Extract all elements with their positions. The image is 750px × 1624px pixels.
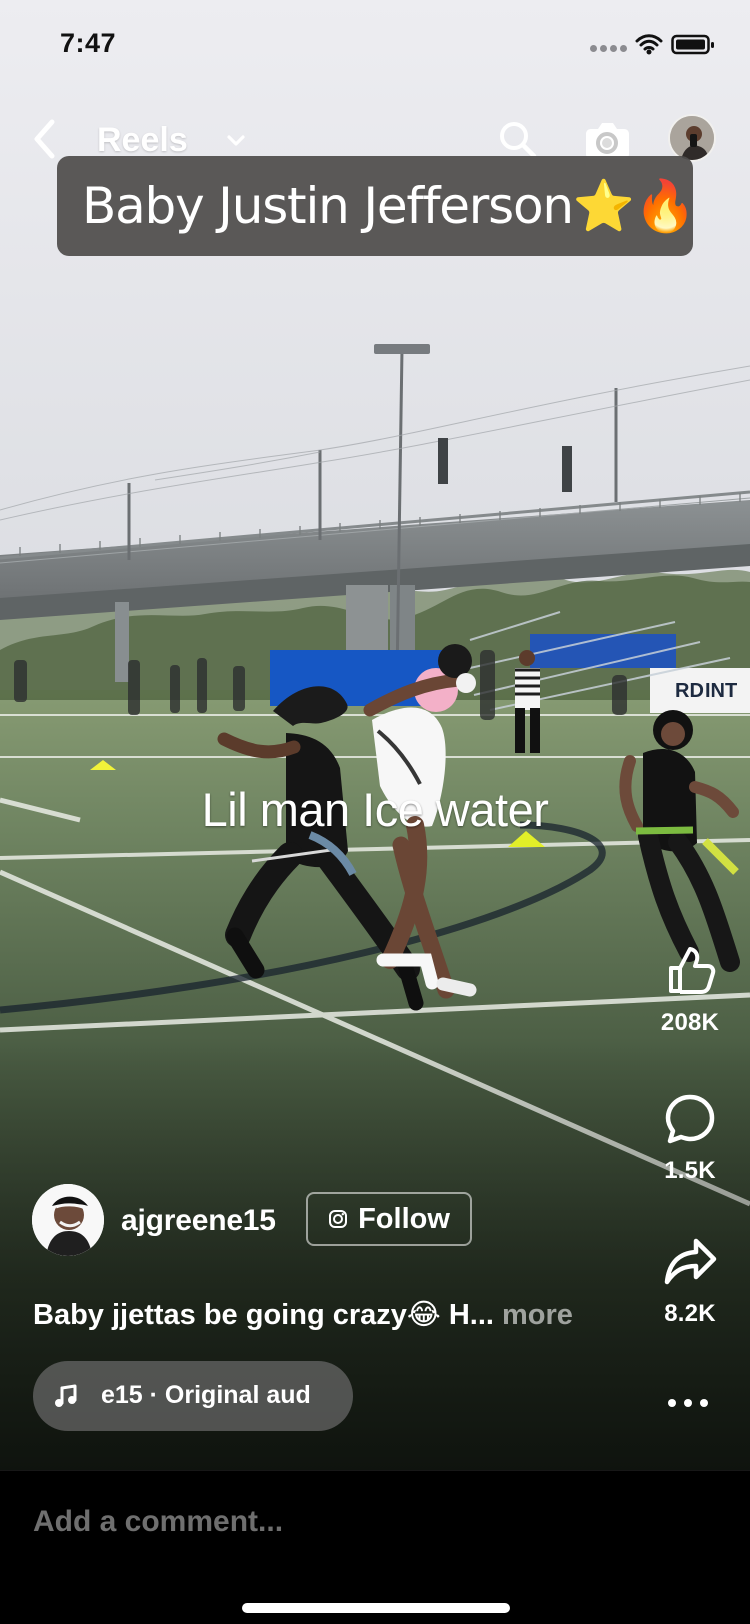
video-caption-overlay: Baby Justin Jefferson⭐️🔥 bbox=[57, 156, 696, 256]
share-count: 8.2K bbox=[664, 1300, 716, 1327]
share-arrow-icon bbox=[664, 1238, 717, 1285]
status-time: 7:47 bbox=[60, 28, 117, 58]
reels-screen: RD INT 7:47 Reels Baby Justin Jefferson⭐… bbox=[0, 0, 750, 1624]
on-video-text: Lil man Ice water bbox=[201, 783, 549, 836]
thumbs-up-icon bbox=[669, 947, 716, 994]
profile-avatar[interactable] bbox=[668, 114, 716, 162]
instagram-icon bbox=[329, 1210, 348, 1228]
svg-text:INT: INT bbox=[705, 680, 737, 702]
status-bar: 7:47 bbox=[0, 0, 750, 90]
home-indicator bbox=[242, 1603, 510, 1613]
back-icon[interactable] bbox=[27, 116, 65, 162]
like-count: 208K bbox=[660, 1009, 720, 1036]
comment-input[interactable] bbox=[33, 1502, 693, 1542]
more-horizontal-icon[interactable] bbox=[664, 1391, 712, 1415]
chevron-down-icon[interactable] bbox=[225, 129, 247, 151]
creator-avatar-image bbox=[32, 1184, 104, 1256]
creator-username[interactable]: ajgreene15 bbox=[121, 1204, 276, 1238]
follow-button[interactable]: Follow bbox=[306, 1192, 472, 1246]
post-caption[interactable]: Baby jjettas be going crazy😂 H... more bbox=[33, 1297, 623, 1332]
comment-action[interactable]: 1.5K bbox=[646, 1092, 734, 1185]
battery-icon bbox=[671, 34, 714, 55]
reels-title[interactable]: Reels bbox=[97, 121, 188, 160]
audio-track-pill[interactable]: e15 · Original aud bbox=[33, 1361, 353, 1431]
follow-label: Follow bbox=[358, 1202, 450, 1235]
music-note-icon bbox=[55, 1384, 77, 1407]
caption-more-link[interactable]: more bbox=[502, 1299, 573, 1331]
comment-bubble-icon bbox=[665, 1094, 715, 1144]
share-action[interactable]: 8.2K bbox=[646, 1235, 734, 1328]
creator-avatar[interactable] bbox=[32, 1184, 104, 1256]
profile-avatar-image bbox=[670, 116, 714, 160]
post-caption-text: Baby jjettas be going crazy😂 H... bbox=[33, 1299, 494, 1331]
signal-dots-icon bbox=[590, 45, 632, 55]
like-action[interactable]: 208K bbox=[646, 944, 734, 1037]
comment-count: 1.5K bbox=[664, 1157, 716, 1184]
video-caption-text: Baby Justin Jefferson⭐️🔥 bbox=[82, 177, 696, 235]
svg-text:RD: RD bbox=[675, 680, 704, 702]
comment-bar bbox=[0, 1470, 750, 1624]
audio-track-text: e15 · Original aud bbox=[101, 1381, 311, 1409]
wifi-icon bbox=[635, 34, 663, 55]
